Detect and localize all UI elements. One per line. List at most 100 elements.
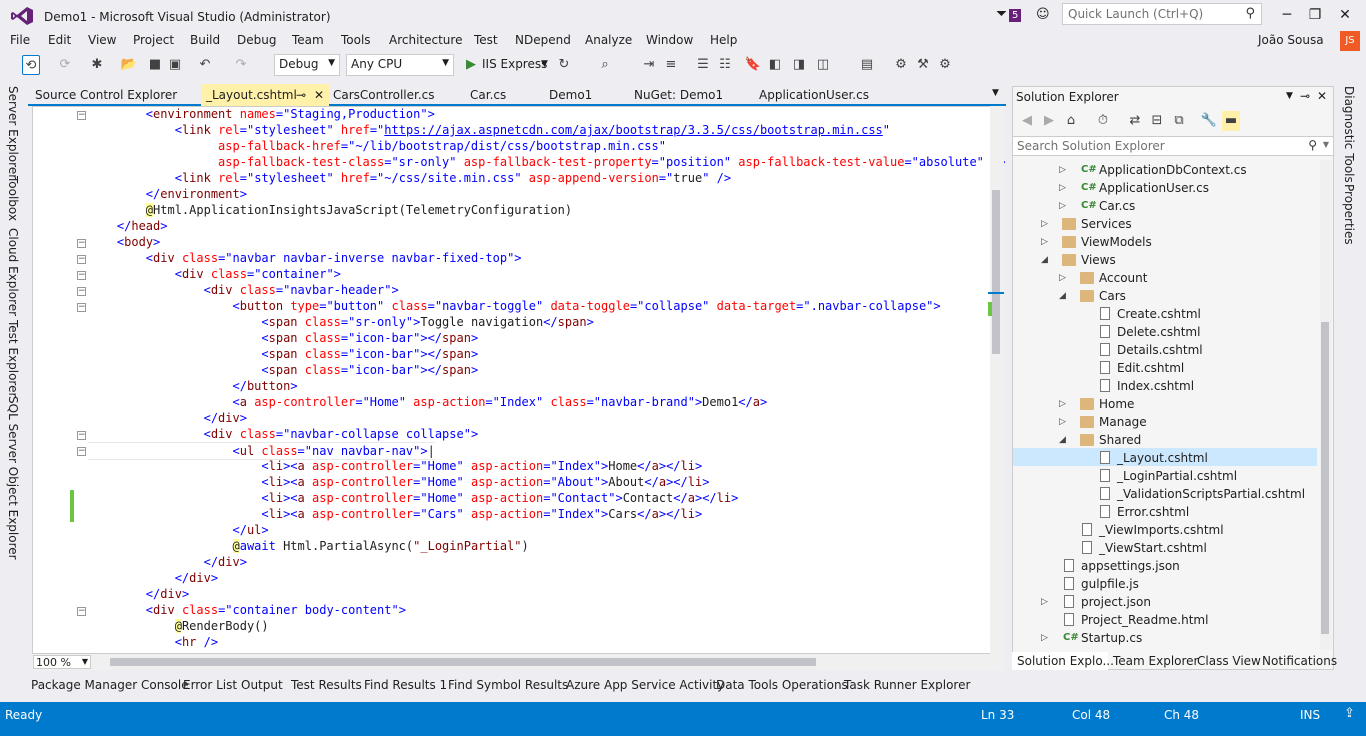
menu-help[interactable]: Help — [710, 33, 737, 47]
expand-arrow-icon[interactable]: ▷ — [1041, 219, 1048, 229]
tab-team-explorer[interactable]: Team Explorer — [1113, 654, 1199, 668]
refresh-icon[interactable]: ↻ — [555, 55, 573, 75]
tab-data-tools-operations[interactable]: Data Tools Operations — [716, 678, 848, 692]
snippet-icon[interactable]: ▤ — [858, 55, 876, 75]
outdent-icon[interactable]: ☷ — [716, 55, 734, 75]
collapse-arrow-icon[interactable]: ◢ — [1041, 255, 1048, 265]
tab-applicationuser-cs[interactable]: ApplicationUser.cs — [759, 88, 869, 102]
expand-arrow-icon[interactable]: ▷ — [1059, 273, 1066, 283]
user-name[interactable]: João Sousa — [1258, 33, 1324, 47]
avatar[interactable]: JS — [1340, 31, 1360, 51]
expand-arrow-icon[interactable]: ▷ — [1041, 597, 1048, 607]
new-project-icon[interactable]: ✱ — [88, 55, 106, 75]
redo-icon[interactable]: ↷ — [232, 55, 250, 75]
panel-menu-icon[interactable]: ▼ — [1286, 91, 1293, 101]
tab-car-cs[interactable]: Car.cs — [470, 88, 506, 102]
menu-edit[interactable]: Edit — [48, 33, 71, 47]
ndepend-icon[interactable]: ⚙ — [892, 55, 910, 75]
pin-icon[interactable]: ⊸ — [1300, 89, 1310, 103]
pin-icon[interactable]: ⊸ — [296, 88, 306, 102]
menu-analyze[interactable]: Analyze — [585, 33, 632, 47]
tab-source-control-explorer[interactable]: Source Control Explorer — [35, 88, 177, 102]
collapse-arrow-icon[interactable]: ◢ — [1059, 435, 1066, 445]
menu-project[interactable]: Project — [133, 33, 174, 47]
tab-solution-explorer[interactable]: Solution Explo... — [1017, 654, 1114, 668]
prev-bookmark-icon[interactable]: ◧ — [766, 55, 784, 75]
collapse-arrow-icon[interactable]: ◢ — [1059, 291, 1066, 301]
tab-error-list[interactable]: Error List — [183, 678, 237, 692]
menu-ndepend[interactable]: NDepend — [515, 33, 571, 47]
tab-test-results[interactable]: Test Results — [291, 678, 362, 692]
tab-package-manager-console[interactable]: Package Manager Console — [31, 678, 189, 692]
tab-output[interactable]: Output — [241, 678, 283, 692]
properties-tab[interactable]: Properties — [1342, 184, 1356, 245]
fold-toggle[interactable]: − — [77, 607, 86, 616]
comment-icon[interactable]: ≡ — [662, 55, 680, 75]
tab-carscontroller-cs[interactable]: CarsController.cs — [333, 88, 435, 102]
editor-vertical-scroll-thumb[interactable] — [992, 190, 1000, 354]
expand-arrow-icon[interactable]: ▷ — [1041, 633, 1048, 643]
menu-architecture[interactable]: Architecture — [389, 33, 462, 47]
home-icon[interactable]: ⌂ — [1062, 111, 1080, 131]
menu-test[interactable]: Test — [474, 33, 498, 47]
bookmark-icon[interactable]: 🔖 — [744, 55, 762, 75]
tab-find-symbol-results[interactable]: Find Symbol Results — [448, 678, 568, 692]
solution-explorer-scroll-thumb[interactable] — [1321, 322, 1329, 634]
sql-server-object-explorer-tab[interactable]: SQL Server Object Explorer — [6, 396, 20, 560]
chevron-down-icon[interactable]: ▼ — [541, 59, 548, 69]
show-all-files-icon[interactable]: ⧉ — [1170, 111, 1188, 131]
next-bookmark-icon[interactable]: ◨ — [790, 55, 808, 75]
fold-toggle[interactable]: − — [77, 239, 86, 248]
menu-build[interactable]: Build — [190, 33, 220, 47]
close-tab-icon[interactable]: ✕ — [314, 88, 324, 102]
server-explorer-tab[interactable]: Server Explorer — [6, 86, 20, 179]
open-file-icon[interactable]: 📂 — [120, 55, 138, 75]
zoom-select[interactable]: 100 % ▼ — [33, 655, 91, 669]
menu-window[interactable]: Window — [646, 33, 693, 47]
sync-icon[interactable]: ⇄ — [1126, 111, 1144, 131]
editor-vertical-scrollbar[interactable] — [990, 106, 1004, 654]
quick-launch-input[interactable]: Quick Launch (Ctrl+Q) ⚲ — [1062, 3, 1262, 25]
collapse-all-icon[interactable]: ⊟ — [1148, 111, 1166, 131]
tab-azure-app-service-activity[interactable]: Azure App Service Activity — [566, 678, 724, 692]
editor-horizontal-scroll-thumb[interactable] — [110, 658, 816, 666]
tab-nuget-demo1[interactable]: NuGet: Demo1 — [634, 88, 723, 102]
expand-arrow-icon[interactable]: ▷ — [1059, 183, 1066, 193]
expand-arrow-icon[interactable]: ▷ — [1059, 165, 1066, 175]
preview-icon[interactable]: ▬ — [1222, 111, 1240, 131]
fold-toggle[interactable]: − — [77, 255, 86, 264]
expand-arrow-icon[interactable]: ▷ — [1059, 399, 1066, 409]
save-all-icon[interactable]: ▣ — [166, 55, 184, 75]
expand-arrow-icon[interactable]: ▷ — [1059, 201, 1066, 211]
menu-file[interactable]: File — [10, 33, 30, 47]
extension-icon[interactable]: ⚙ — [936, 55, 954, 75]
menu-debug[interactable]: Debug — [237, 33, 276, 47]
publish-icon[interactable]: ⇪ — [1344, 706, 1355, 721]
fold-toggle[interactable]: − — [77, 431, 86, 440]
test-explorer-tab[interactable]: Test Explorer — [6, 320, 20, 397]
expand-arrow-icon[interactable]: ▷ — [1059, 417, 1066, 427]
close-window-button[interactable]: ✕ — [1333, 6, 1357, 24]
step-icon[interactable]: ⇥ — [640, 55, 658, 75]
toolbox-tab[interactable]: Toolbox — [6, 176, 20, 221]
fold-toggle[interactable]: − — [77, 271, 86, 280]
tab-demo1[interactable]: Demo1 — [549, 88, 592, 102]
tab-overflow-icon[interactable]: ▼ — [992, 88, 999, 98]
back-icon[interactable]: ◀ — [1018, 111, 1036, 131]
menu-tools[interactable]: Tools — [341, 33, 371, 47]
forward-icon[interactable]: ▶ — [1040, 111, 1058, 131]
undo-icon[interactable]: ↶ — [196, 55, 214, 75]
properties-icon[interactable]: 🔧 — [1200, 111, 1218, 131]
run-target-button[interactable]: IIS Express — [482, 57, 547, 71]
diagnostic-tools-tab[interactable]: Diagnostic Tools — [1342, 86, 1356, 183]
navigate-forward-icon[interactable]: ⟳ — [56, 55, 74, 75]
solution-platform-select[interactable]: Any CPU ▼ — [346, 54, 454, 76]
find-in-files-icon[interactable]: ⌕ — [596, 55, 614, 75]
tab-task-runner-explorer[interactable]: Task Runner Explorer — [844, 678, 970, 692]
start-debugging-icon[interactable]: ▶ — [462, 55, 480, 75]
solution-explorer-search-input[interactable]: Search Solution Explorer ⚲ ▼ — [1012, 136, 1334, 156]
maximize-button[interactable]: ❐ — [1303, 6, 1327, 24]
solution-configuration-select[interactable]: Debug ▼ — [274, 54, 340, 76]
close-panel-icon[interactable]: ✕ — [1317, 89, 1327, 103]
fold-toggle[interactable]: − — [77, 447, 86, 456]
